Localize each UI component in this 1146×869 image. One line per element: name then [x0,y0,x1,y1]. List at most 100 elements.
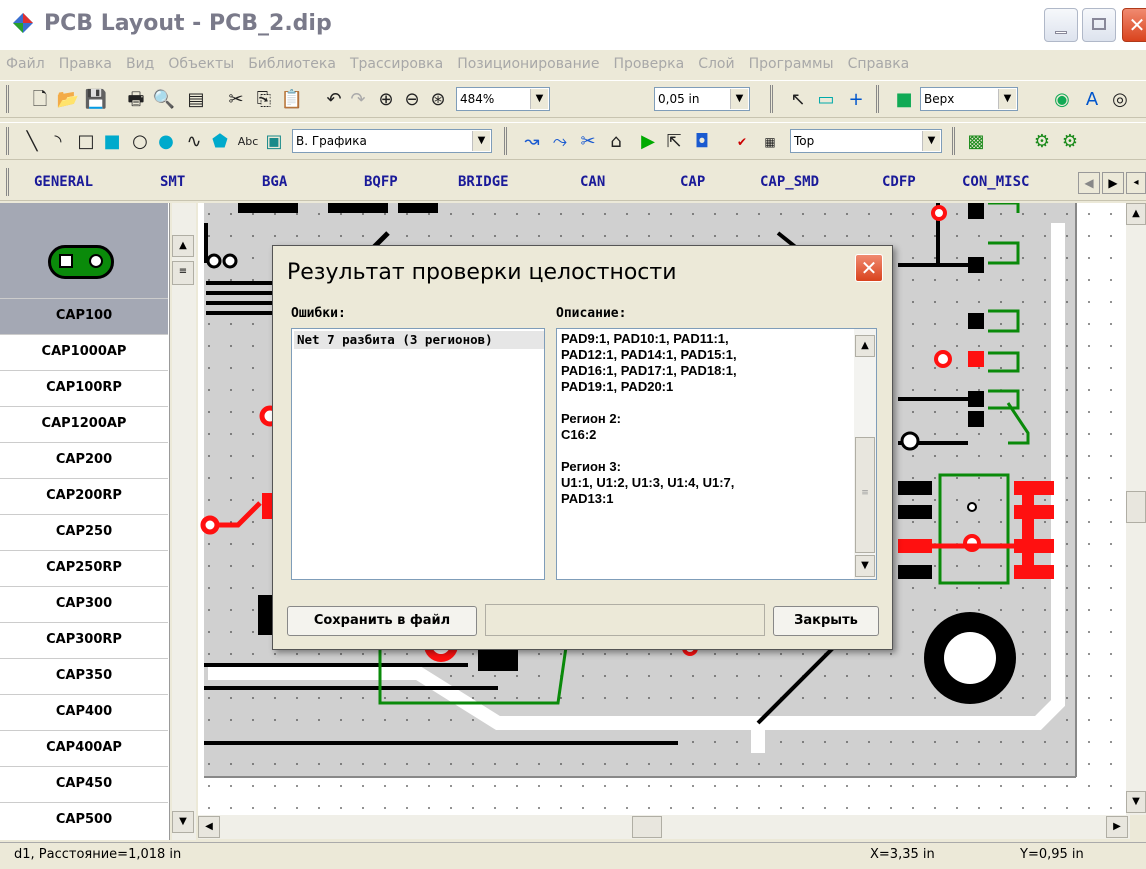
filled-rectangle-icon[interactable]: ■ [100,130,124,154]
route-icon[interactable]: ↝ [520,130,544,154]
lib-tab-con-misc[interactable]: CON_MISC [962,174,1029,190]
component-item[interactable]: CAP300 [0,586,168,622]
grid-combo[interactable]: 0,05 in ▼ [654,87,750,111]
scroll-up-button[interactable]: ▲ [1126,203,1146,225]
scroll-down-button[interactable]: ▼ [1126,791,1146,813]
scroll-right-button[interactable]: ▶ [1102,172,1124,194]
open-folder-icon[interactable]: 📂 [56,88,80,112]
autoroute-icon[interactable]: ⤳ [548,130,572,154]
maximize-button[interactable] [1082,8,1116,42]
menu-programs[interactable]: Программы [749,56,834,72]
component-item[interactable]: CAP200RP [0,478,168,514]
save-icon[interactable]: 💾 [84,88,108,112]
arc-tool-icon[interactable]: ◝ [46,130,70,154]
menu-layer[interactable]: Слой [698,56,734,72]
zoom-combo[interactable]: 484% ▼ [456,87,550,111]
rectangle-tool-icon[interactable]: □ [74,130,98,154]
toolbar-grip[interactable] [6,127,9,155]
toolbar-grip[interactable] [770,85,773,113]
toolbar-grip[interactable] [504,127,507,155]
lib-tab-bridge[interactable]: BRIDGE [458,174,509,190]
component-item[interactable]: CAP500 [0,802,168,838]
drc-check-icon[interactable]: ✔ [730,130,754,154]
toolbar-grip[interactable] [952,127,955,155]
ruler-icon[interactable]: ▭ [814,88,838,112]
via-icon[interactable]: ◉ [1050,88,1074,112]
description-textbox[interactable]: PAD9:1, PAD10:1, PAD11:1, PAD12:1, PAD14… [556,328,877,580]
pointer-icon[interactable]: ↖ [786,88,810,112]
scroll-end-button[interactable]: ◂ [1126,172,1146,194]
menu-routing[interactable]: Трассировка [350,56,443,72]
zoom-out-icon[interactable]: ⊖ [400,88,424,112]
new-file-icon[interactable]: 🗋 [28,88,52,112]
lib-tab-cap[interactable]: CAP [680,174,705,190]
lib-tab-bga[interactable]: BGA [262,174,287,190]
menu-placement[interactable]: Позиционирование [457,56,599,72]
target-icon[interactable]: ◎ [1108,88,1132,112]
component-list-scrollbar[interactable]: ▲ ≡ ▼ [172,203,196,840]
graphics-mode-combo[interactable]: В. Графика ▼ [292,129,492,153]
pcb-vertical-scrollbar[interactable]: ▲ ▼ [1126,203,1146,815]
paste-icon[interactable]: 📋 [280,88,304,112]
layer-select-combo[interactable]: Top ▼ [790,129,942,153]
scroll-up-button[interactable]: ▲ [855,335,875,357]
lib-tab-cap-smd[interactable]: CAP_SMD [760,174,819,190]
lib-tab-general[interactable]: GENERAL [34,174,93,190]
scroll-thumb[interactable]: ≡ [855,437,875,553]
lib-tab-bqfp[interactable]: BQFP [364,174,398,190]
check-icon[interactable]: ◘ [690,130,714,154]
layer-combo[interactable]: Верх ▼ [920,87,1018,111]
toolbar-grip[interactable] [6,168,9,196]
scroll-thumb[interactable] [1126,491,1146,523]
component-item[interactable]: CAP100 [0,298,168,334]
crosshair-icon[interactable]: + [844,88,868,112]
component-item[interactable]: CAP1000AP [0,334,168,370]
export-icon[interactable]: ⇱ [662,130,686,154]
component-item[interactable]: CAP450 [0,766,168,802]
component-item[interactable]: CAP250RP [0,550,168,586]
minimize-button[interactable] [1044,8,1078,42]
menu-check[interactable]: Проверка [613,56,684,72]
component-icon[interactable]: ⌂ [604,130,628,154]
toolbar-grip[interactable] [6,85,9,113]
filled-ellipse-icon[interactable]: ● [154,130,178,154]
ellipse-tool-icon[interactable]: ○ [128,130,152,154]
errors-list[interactable]: Net 7 разбита (3 регионов) [291,328,545,580]
dialog-close-button[interactable]: ✕ [855,254,883,282]
zoom-in-icon[interactable]: ⊕ [374,88,398,112]
component-item[interactable]: CAP200 [0,442,168,478]
image-tool-icon[interactable]: ▣ [262,130,286,154]
description-scrollbar[interactable]: ▲ ≡ ▼ [854,329,876,579]
lib-tab-smt[interactable]: SMT [160,174,185,190]
menu-objects[interactable]: Объекты [168,56,234,72]
component-item[interactable]: CAP100RP [0,370,168,406]
pcb-horizontal-scrollbar[interactable]: ◀ ▶ [198,815,1130,839]
line-tool-icon[interactable]: ╲ [20,130,44,154]
scroll-down-button[interactable]: ▼ [855,555,875,577]
component-item[interactable]: CAP400AP [0,730,168,766]
board-icon[interactable]: ▩ [964,130,988,154]
menu-file[interactable]: Файл [6,56,45,72]
undo-icon[interactable]: ↶ [322,88,346,112]
zoom-fit-icon[interactable]: ⊛ [426,88,450,112]
run-icon[interactable]: ▶ [636,130,660,154]
polygon-tool-icon[interactable]: ⬟ [208,130,232,154]
print-preview-icon[interactable]: 🔍 [152,88,176,112]
menu-view[interactable]: Вид [126,56,154,72]
scroll-thumb[interactable] [632,816,662,838]
properties-icon[interactable]: ▤ [184,88,208,112]
dialog-close-text-button[interactable]: Закрыть [773,606,879,636]
component-item[interactable]: CAP250 [0,514,168,550]
component-item[interactable]: CAP1200AP [0,406,168,442]
polyline-tool-icon[interactable]: ∿ [182,130,206,154]
cut-icon[interactable]: ✂ [224,88,248,112]
drc-report-icon[interactable]: ▦ [758,130,782,154]
scroll-left-button[interactable]: ◀ [198,816,220,838]
scroll-down-button[interactable]: ▼ [172,811,194,833]
component-library-icon[interactable]: ⚙ [1030,130,1054,154]
menu-edit[interactable]: Правка [59,56,112,72]
print-icon[interactable]: 🖶 [124,88,148,112]
text-tool-icon[interactable]: A [1080,88,1104,112]
menu-library[interactable]: Библиотека [248,56,336,72]
component-item[interactable]: CAP350 [0,658,168,694]
